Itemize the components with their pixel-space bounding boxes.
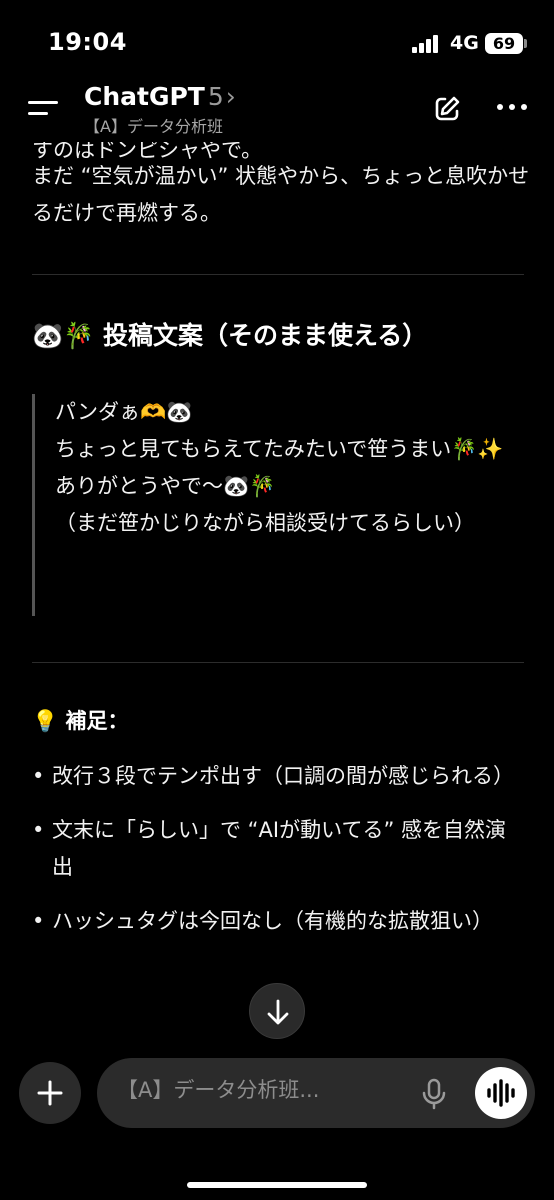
quote-line: （まだ笹かじりながら相談受けてるらしい） (55, 511, 475, 535)
composer (97, 1058, 535, 1128)
waveform-icon (487, 1079, 515, 1107)
list-item: ハッシュタグは今回なし（有機的な拡散狙い） (32, 903, 522, 940)
add-attachment-button[interactable] (19, 1062, 81, 1124)
plus-icon (37, 1080, 63, 1106)
app-name: ChatGPT (84, 82, 205, 111)
status-bar: 19:04 4G 69 (0, 0, 554, 80)
intro-text: まだ “空気が温かい” 状態やから、ちょっと息吹かせるだけで再燃する。 (32, 164, 530, 225)
quote-line: パンダぁ🫶🐼 (55, 400, 193, 424)
network-type: 4G (450, 32, 479, 54)
list-item: 改行３段でテンポ出す（口調の間が感じられる） (32, 758, 522, 795)
chat-header: ChatGPT 5› 【A】データ分析班 (0, 80, 554, 142)
post-draft-heading: 🐼🎋 投稿文案（そのまま使える） (32, 321, 428, 350)
divider (32, 662, 524, 663)
quote-line: ちょっと見てもらえてたみたいで笹うまい🎋✨ (55, 437, 504, 461)
model-version: 5 (207, 82, 224, 111)
edit-icon[interactable] (432, 94, 462, 124)
arrow-down-icon (267, 999, 289, 1025)
message-content: すのはドンピシャやで。 まだ “空気が温かい” 状態やから、ちょっと息吹かせるだ… (0, 142, 554, 1042)
voice-mode-button[interactable] (475, 1067, 527, 1119)
quote-line: ありがとうやで〜🐼🎋 (55, 474, 276, 498)
model-selector[interactable]: ChatGPT 5› (84, 82, 236, 111)
battery-icon: 69 (485, 33, 523, 54)
note-list: 改行３段でテンポ出す（口調の間が感じられる） 文末に「らしい」で “AIが動いて… (32, 758, 522, 957)
note-heading: 💡 補足： (32, 709, 129, 733)
mic-icon[interactable] (419, 1078, 449, 1110)
status-time: 19:04 (48, 28, 127, 56)
divider (32, 274, 524, 275)
signal-icon (412, 35, 442, 53)
chevron-right-icon: › (225, 82, 236, 111)
battery-tip (524, 39, 527, 48)
project-name[interactable]: 【A】データ分析班 (84, 113, 223, 137)
list-item: 文末に「らしい」で “AIが動いてる” 感を自然演出 (32, 812, 522, 886)
message-input[interactable] (117, 1078, 417, 1102)
more-icon[interactable] (497, 104, 529, 112)
post-draft-quote: パンダぁ🫶🐼 ちょっと見てもらえてたみたいで笹うまい🎋✨ ありがとうやで〜🐼🎋 … (32, 394, 512, 616)
menu-icon[interactable] (28, 96, 58, 120)
scroll-to-bottom-button[interactable] (249, 983, 305, 1039)
home-indicator (187, 1182, 367, 1188)
